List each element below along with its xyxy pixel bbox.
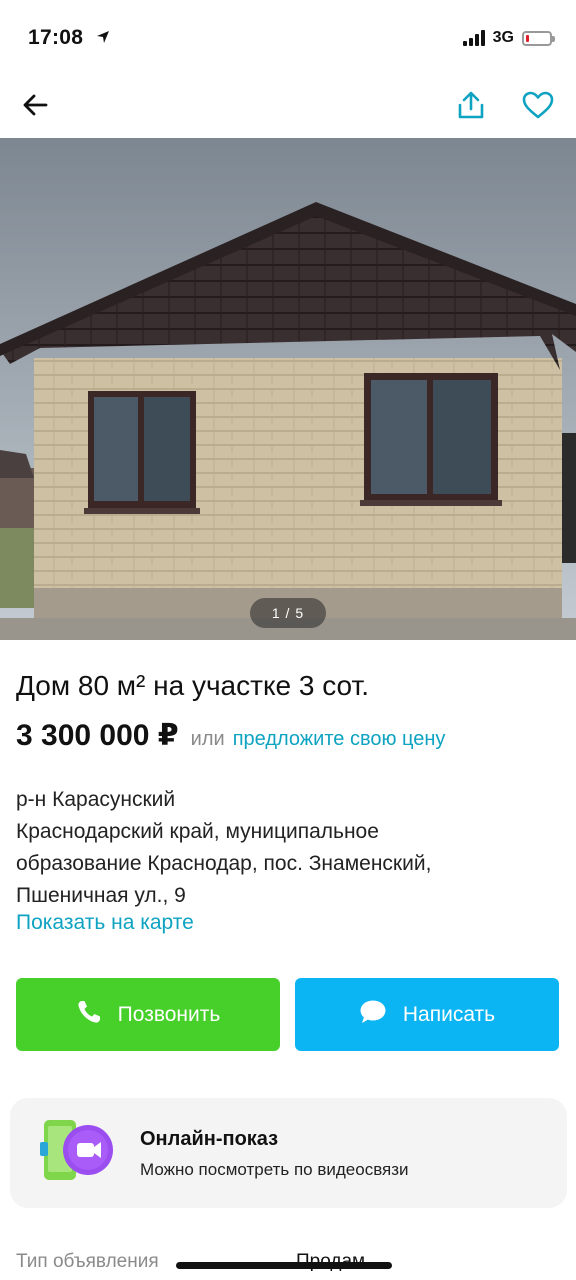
online-show-title: Онлайн-показ <box>140 1128 279 1150</box>
address-street: Пшеничная ул., 9 <box>16 884 186 907</box>
battery-icon <box>522 30 555 46</box>
address-line: образование Краснодар, пос. Знаменский, <box>16 852 432 875</box>
back-button[interactable] <box>12 84 58 130</box>
address-block: р-н Карасунский Краснодарский край, муни… <box>16 784 556 912</box>
status-bar: 17:08 3G <box>0 0 576 76</box>
top-nav <box>0 76 576 138</box>
heart-icon <box>522 91 554 124</box>
call-button-label: Позвонить <box>117 1002 221 1026</box>
price-or-text: или <box>190 728 225 750</box>
offer-price-link[interactable]: предложите свою цену <box>233 728 446 751</box>
share-icon <box>456 90 486 125</box>
location-arrow-icon <box>96 30 110 49</box>
address-line: Краснодарский край, муниципальное <box>16 820 379 843</box>
arrow-left-icon <box>22 94 48 121</box>
photo-counter: 1 / 5 <box>250 598 326 628</box>
write-button-label: Написать <box>402 1002 496 1026</box>
write-button[interactable]: Написать <box>295 978 559 1051</box>
online-show-subtitle: Можно посмотреть по видеосвязи <box>140 1160 409 1179</box>
listing-photo[interactable] <box>0 138 576 640</box>
show-on-map-link[interactable]: Показать на карте <box>16 911 194 935</box>
favorite-button[interactable] <box>515 84 561 130</box>
chat-bubble-icon <box>359 999 387 1031</box>
call-button[interactable]: Позвонить <box>16 978 280 1051</box>
online-show-card[interactable]: Онлайн-показ Можно посмотреть по видеосв… <box>10 1098 567 1208</box>
listing-price: 3 300 000 ₽ <box>16 719 179 752</box>
network-type: 3G <box>492 29 514 46</box>
price-row: 3 300 000 ₽ или предложите свою цену <box>16 718 445 753</box>
signal-icon <box>462 30 485 46</box>
address-district: р-н Карасунский <box>16 788 176 811</box>
video-call-icon <box>36 1114 118 1192</box>
home-indicator[interactable] <box>176 1262 392 1269</box>
param-label: Тип объявления <box>16 1251 159 1272</box>
status-time: 17:08 <box>28 26 84 49</box>
listing-title: Дом 80 м² на участке 3 сот. <box>16 670 369 701</box>
phone-icon <box>76 999 102 1031</box>
share-button[interactable] <box>448 84 494 130</box>
